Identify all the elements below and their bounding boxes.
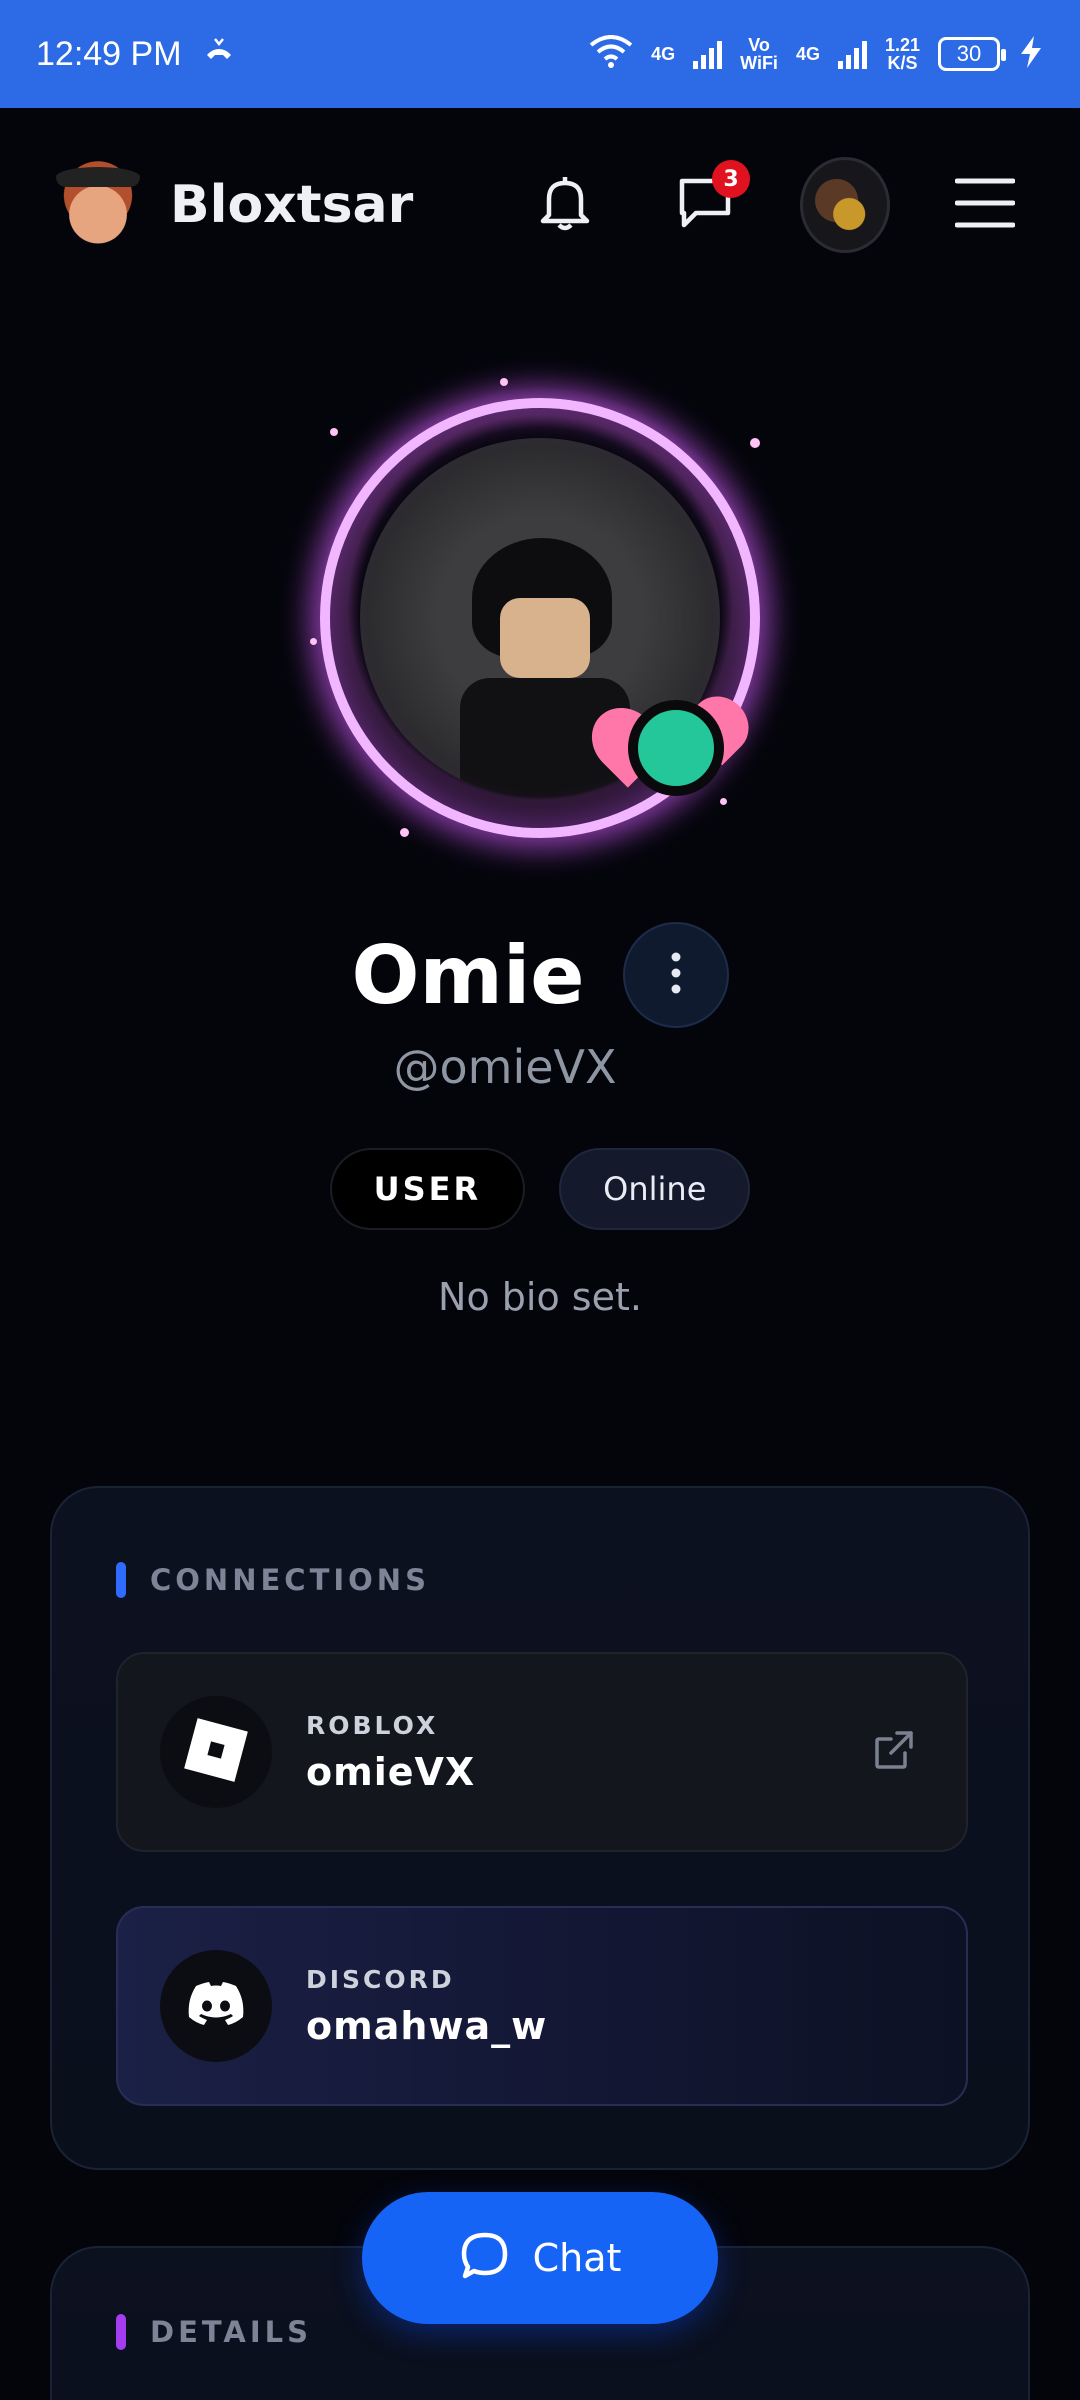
app-header: Bloxtsar 3 [0,110,1080,300]
profile-chips: USER Online [0,1148,1080,1230]
bell-icon [537,173,593,237]
discord-username: omahwa_w [306,2003,548,2048]
connection-roblox[interactable]: ROBLOX omieVX [116,1652,968,1852]
messages-badge: 3 [712,160,750,198]
online-status-dot [628,700,724,796]
external-link-icon [873,1729,915,1775]
status-right: 4G Vo WiFi 4G 1.21 K/S 30 [589,34,1044,74]
details-title: DETAILS [150,2315,313,2349]
status-badge: Online [559,1148,751,1230]
roblox-label: ROBLOX [306,1710,439,1740]
vowifi-top: Vo [748,35,770,55]
roblox-text: ROBLOX omieVX [306,1711,475,1794]
discord-text: DISCORD omahwa_w [306,1965,547,2048]
vowifi-label: Vo WiFi [740,36,778,72]
status-time: 12:49 PM [36,34,182,73]
roblox-username: omieVX [306,1749,476,1794]
sparkle-decoration [500,378,508,386]
sparkle-decoration [330,428,338,436]
roblox-icon [184,1718,248,1786]
status-bar: 12:49 PM 4G Vo WiFi 4G 1.21 K/S 30 [0,0,1080,108]
sparkle-decoration [400,828,409,837]
missed-call-icon [204,35,234,73]
sparkle-decoration [750,438,760,448]
profile-avatar[interactable] [300,358,780,858]
sparkle-decoration [310,638,317,645]
chat-label: Chat [532,2236,622,2280]
discord-label: DISCORD [306,1964,455,1994]
connections-title: CONNECTIONS [150,1563,430,1597]
details-header: DETAILS [116,2314,312,2350]
connections-accent-bar [116,1562,126,1598]
signal-1-icon [693,39,723,69]
wifi-icon [589,34,633,74]
hamburger-icon [954,177,1016,233]
name-row: Omie [0,920,1080,1030]
more-options-button[interactable] [622,922,729,1028]
messages-button[interactable]: 3 [660,160,750,250]
chat-bubble-icon [459,2230,511,2286]
signal-2-icon [837,39,867,69]
notifications-button[interactable] [520,160,610,250]
bio-text: No bio set. [438,1275,642,1319]
user-avatar [800,157,890,253]
network-type-2: 4G [795,44,820,64]
speed-unit: K/S [887,53,918,73]
roblox-icon-wrap [160,1696,272,1808]
connection-discord[interactable]: DISCORD omahwa_w [116,1906,968,2106]
external-link-button[interactable] [864,1722,924,1782]
connections-card: CONNECTIONS ROBLOX omieVX DISCORD omahwa… [50,1486,1030,2170]
connections-header: CONNECTIONS [116,1562,430,1598]
battery-indicator: 30 [938,37,1006,71]
speed-value: 1.21 [884,35,920,55]
details-accent-bar [116,2314,126,2350]
discord-icon [186,1981,246,2031]
header-actions: 3 [520,157,1030,253]
display-name: Omie [351,928,585,1022]
more-vertical-icon [670,951,682,999]
charging-icon [1018,35,1044,74]
sparkle-decoration [720,798,727,805]
data-speed: 1.21 K/S [885,36,920,72]
brand-logo[interactable] [50,157,146,253]
network-type-1: 4G [651,44,676,64]
vowifi-bottom: WiFi [740,53,778,73]
discord-icon-wrap [160,1950,272,2062]
username: @omieVX [393,1040,617,1094]
brand-name[interactable]: Bloxtsar [170,175,413,235]
chat-button[interactable]: Chat [362,2192,718,2324]
profile-menu-button[interactable] [800,157,890,253]
role-badge: USER [329,1148,526,1230]
menu-button[interactable] [940,160,1030,250]
